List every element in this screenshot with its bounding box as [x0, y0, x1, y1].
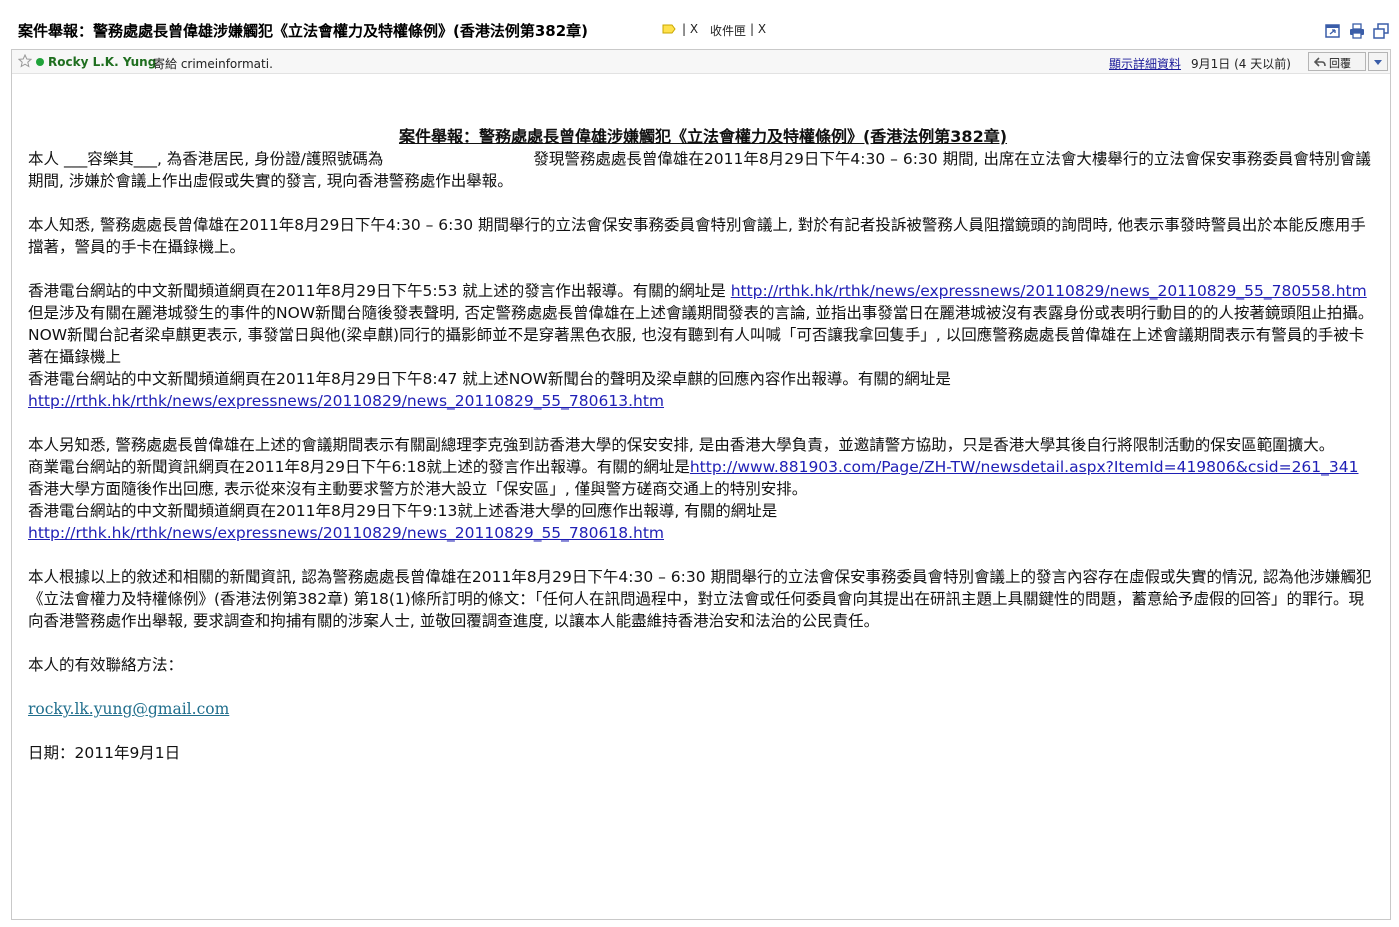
sender-name[interactable]: Rocky L.K. Yung [48, 55, 156, 69]
reporter-name: ___容樂其___ [63, 150, 157, 168]
paragraph-3d: 香港電台網站的中文新聞頻道網頁在2011年8月29日下午8:47 就上述NOW新… [28, 370, 951, 410]
rthk-link-1[interactable]: http://rthk.hk/rthk/news/expressnews/201… [731, 282, 1367, 300]
message-body: 案件舉報：警務處處長曾偉雄涉嫌觸犯《立法會權力及特權條例》(香港法例第382章)… [28, 126, 1378, 764]
paragraph-3b: 但是涉及有關在麗港城發生的事件的NOW新聞台隨後發表聲明, 否定警務處處長曾偉雄… [28, 304, 1374, 322]
reply-label: 回覆 [1329, 57, 1351, 70]
email-line: rocky.lk.yung@gmail.com [28, 698, 1378, 720]
body-title: 案件舉報：警務處處長曾偉雄涉嫌觸犯《立法會權力及特權條例》(香港法例第382章) [398, 127, 1008, 146]
dropdown-arrow-icon [1374, 60, 1382, 65]
new-window-icon[interactable] [1324, 22, 1342, 40]
rthk-link-2[interactable]: http://rthk.hk/rthk/news/expressnews/201… [28, 392, 664, 410]
message-date: 9月1日 (4 天以前) [1191, 57, 1291, 71]
paragraph-3c: NOW新聞台記者梁卓麒更表示, 事發當日與他(梁卓麒)同行的攝影師並不是穿著黑色… [28, 326, 1365, 366]
paragraph-4b: 商業電台網站的新聞資訊網頁在2011年8月29日下午6:18就上述的發言作出報導… [28, 458, 1359, 476]
show-details-link[interactable]: 顯示詳細資料 [1109, 55, 1181, 72]
message-panel: Rocky L.K. Yung 寄給 crimeinformati. 顯示詳細資… [11, 49, 1391, 920]
star-icon[interactable] [18, 54, 32, 68]
conversation-header: 案件舉報：警務處處長曾偉雄涉嫌觸犯《立法會權力及特權條例》(香港法例第382章)… [0, 0, 1399, 47]
date-line: 日期：2011年9月1日 [28, 744, 181, 762]
email-link[interactable]: rocky.lk.yung@gmail.com [28, 700, 229, 718]
paragraph-4: 本人另知悉, 警務處處長曾偉雄在上述的會議期間表示有關副總理李克強到訪香港大學的… [28, 436, 1335, 454]
online-status-dot [36, 58, 44, 66]
more-actions-button[interactable] [1368, 52, 1388, 71]
message-header: Rocky L.K. Yung 寄給 crimeinformati. 顯示詳細資… [12, 50, 1390, 74]
expand-icon[interactable] [1372, 22, 1390, 40]
print-icon[interactable] [1348, 22, 1366, 40]
recipient-line: 寄給 crimeinformati. [153, 57, 273, 71]
881903-link[interactable]: http://www.881903.com/Page/ZH-TW/newsdet… [690, 458, 1359, 476]
reply-arrow-icon [1314, 57, 1326, 67]
email-subject: 案件舉報：警務處處長曾偉雄涉嫌觸犯《立法會權力及特權條例》(香港法例第382章) [18, 22, 589, 40]
paragraph-3: 香港電台網站的中文新聞頻道網頁在2011年8月29日下午5:53 就上述的發言作… [28, 282, 1367, 300]
remove-label-button[interactable]: | X [682, 22, 698, 36]
inbox-label[interactable]: 收件匣 [710, 22, 746, 39]
paragraph-2: 本人知悉, 警務處處長曾偉雄在2011年8月29日下午4:30 – 6:30 期… [28, 216, 1366, 256]
paragraph-5: 本人根據以上的敘述和相關的新聞資訊, 認為警務處處長曾偉雄在2011年8月29日… [28, 568, 1372, 630]
paragraph-1: 本人 ___容樂其___, 為香港居民, 身份證/護照號碼為 發現警務處處長曾偉雄… [28, 150, 1371, 190]
contact-heading: 本人的有效聯絡方法： [28, 656, 184, 674]
reply-button[interactable]: 回覆 [1308, 52, 1366, 71]
paragraph-4d: 香港電台網站的中文新聞頻道網頁在2011年8月29日下午9:13就上述香港大學的… [28, 502, 778, 542]
remove-inbox-label-button[interactable]: | X [750, 22, 766, 36]
paragraph-4c: 香港大學方面隨後作出回應, 表示從來沒有主動要求警方於港大設立「保安區」, 僅與… [28, 480, 808, 498]
rthk-link-3[interactable]: http://rthk.hk/rthk/news/expressnews/201… [28, 524, 664, 542]
label-tag-icon [662, 24, 676, 34]
